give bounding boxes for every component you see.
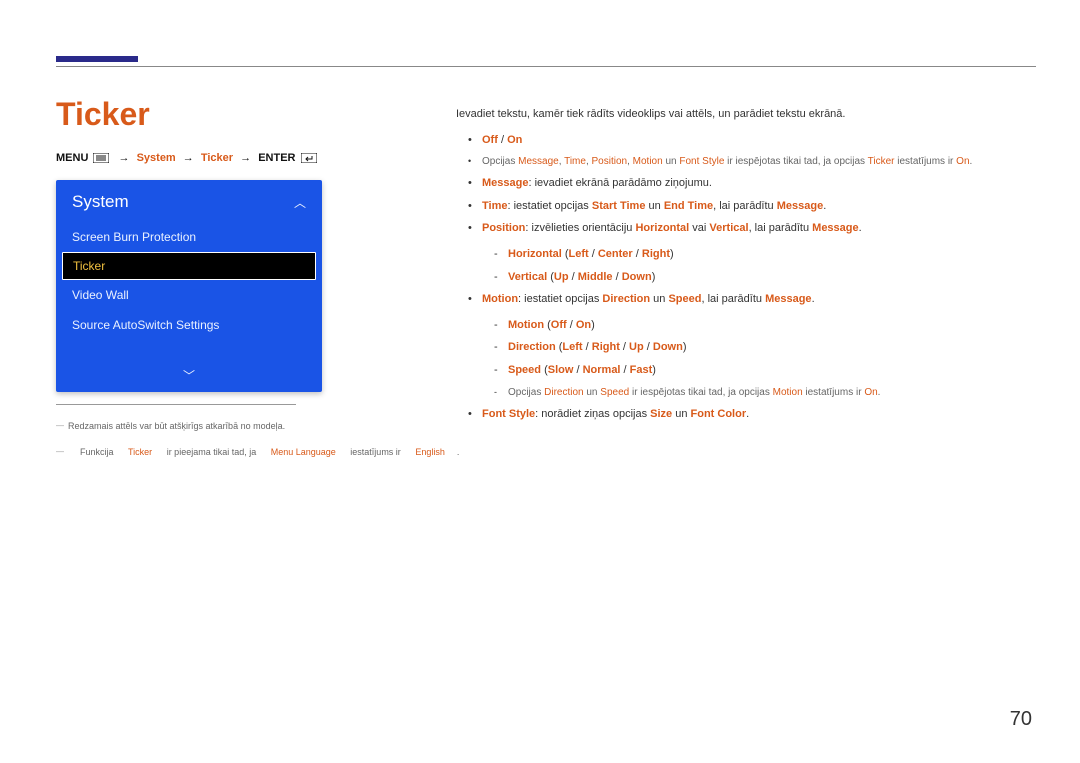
arrow-icon: → — [115, 152, 134, 164]
header-accent — [56, 56, 138, 62]
option-motion-direction: Direction (Left / Right / Up / Down) — [482, 339, 1032, 357]
panel-header: System ︿ — [56, 180, 322, 222]
breadcrumb-system: System — [137, 152, 176, 164]
option-off-on: Off / On — [456, 132, 1032, 150]
footnote-divider — [56, 404, 296, 405]
system-menu-panel: System ︿ Screen Burn Protection Ticker V… — [56, 180, 322, 392]
option-time: Time: iestatiet opcijas Start Time un En… — [456, 198, 1032, 216]
option-position-horizontal: Horizontal (Left / Center / Right) — [482, 246, 1032, 264]
option-position-vertical: Vertical (Up / Middle / Down) — [482, 269, 1032, 287]
option-motion-speed: Speed (Slow / Normal / Fast) — [482, 362, 1032, 380]
footnote-2-text: Funkcija Ticker ir pieejama tikai tad, j… — [68, 447, 459, 457]
footnote-2: Funkcija Ticker ir pieejama tikai tad, j… — [56, 446, 459, 460]
option-motion-toggle: Motion (Off / On) — [482, 317, 1032, 335]
breadcrumb: MENU → System → Ticker → ENTER — [56, 152, 319, 164]
breadcrumb-ticker: Ticker — [201, 152, 233, 164]
option-message: Message: ievadiet ekrānā parādāmo ziņoju… — [456, 175, 1032, 193]
menu-item-video-wall[interactable]: Video Wall — [56, 280, 322, 310]
option-motion: Motion: iestatiet opcijas Direction un S… — [456, 291, 1032, 400]
footnote-1: Redzamais attēls var būt atšķirīgs atkar… — [56, 420, 285, 434]
content-body: Ievadiet tekstu, kamēr tiek rādīts video… — [456, 106, 1032, 428]
footnote-1-text: Redzamais attēls var būt atšķirīgs atkar… — [68, 421, 285, 431]
chevron-down-icon[interactable]: ﹀ — [56, 367, 322, 384]
breadcrumb-menu: MENU — [56, 152, 88, 164]
header-divider — [56, 66, 1036, 67]
chevron-up-icon[interactable]: ︿ — [294, 194, 306, 211]
arrow-icon: → — [236, 152, 255, 164]
option-position: Position: izvēlieties orientāciju Horizo… — [456, 220, 1032, 286]
intro-text: Ievadiet tekstu, kamēr tiek rādīts video… — [456, 106, 1032, 124]
page-number: 70 — [1010, 708, 1032, 731]
note-motion-on: Opcijas Direction un Speed ir iespējotas… — [482, 385, 1032, 401]
menu-icon — [93, 153, 109, 163]
panel-title: System — [72, 192, 129, 212]
menu-item-source-autoswitch[interactable]: Source AutoSwitch Settings — [56, 310, 322, 340]
menu-item-screen-burn[interactable]: Screen Burn Protection — [56, 222, 322, 252]
arrow-icon: → — [179, 152, 198, 164]
page-title: Ticker — [56, 96, 150, 133]
enter-icon — [301, 153, 317, 163]
menu-item-ticker[interactable]: Ticker — [62, 252, 316, 280]
note-ticker-on: Opcijas Message, Time, Position, Motion … — [456, 154, 1032, 170]
option-font-style: Font Style: norādiet ziņas opcijas Size … — [456, 406, 1032, 424]
breadcrumb-enter: ENTER — [258, 152, 295, 164]
